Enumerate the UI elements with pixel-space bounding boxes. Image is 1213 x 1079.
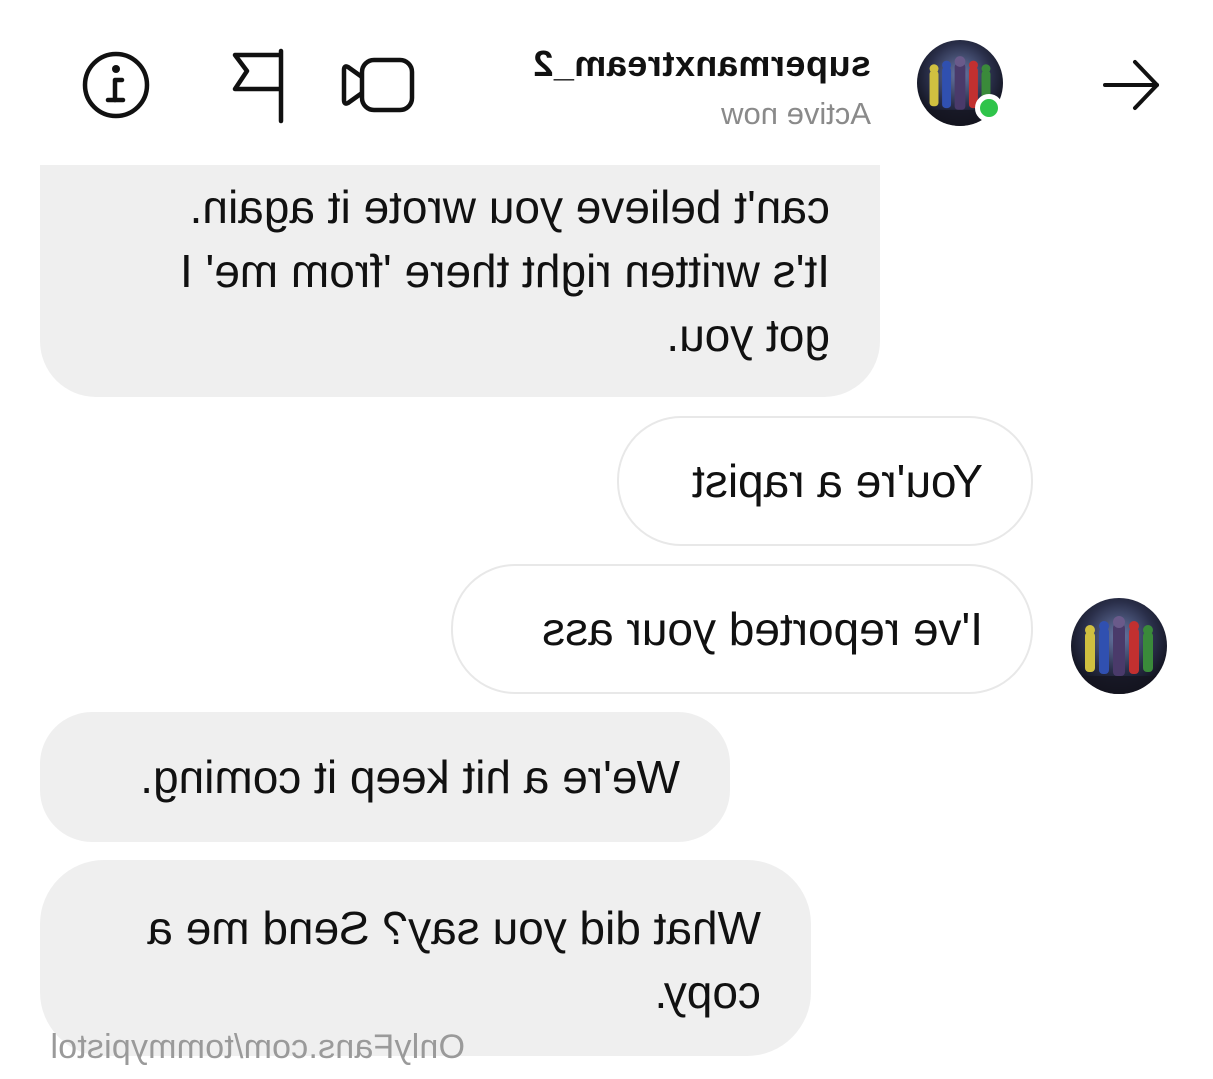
info-button[interactable] <box>71 40 161 130</box>
avatar-image <box>1071 598 1167 694</box>
conversation-title[interactable]: supermanxtream_2 Active now <box>471 42 871 134</box>
flag-button[interactable] <box>213 40 303 130</box>
chat-header: supermanxtream_2 Active now <box>0 0 1213 165</box>
watermark-text: OnlyFans.com/tommypistol <box>50 1028 465 1066</box>
arrow-left-icon <box>1103 60 1159 110</box>
online-status-dot <box>975 94 1003 122</box>
video-call-icon <box>341 57 415 113</box>
presence-status: Active now <box>721 96 871 131</box>
profile-avatar[interactable] <box>917 40 1003 126</box>
flag-icon <box>232 48 284 124</box>
back-button[interactable] <box>1099 52 1165 118</box>
info-icon <box>82 51 150 119</box>
message-line: got you. <box>666 309 830 361</box>
message-bubble-incoming[interactable]: What did you say? Send me a copy. <box>40 860 811 1056</box>
message-bubble-outgoing[interactable]: I've reported your ass <box>451 564 1033 694</box>
video-call-button[interactable] <box>333 40 423 130</box>
message-bubble-outgoing[interactable]: You're a rapist <box>617 416 1033 546</box>
username: supermanxtream_2 <box>532 43 871 84</box>
message-line: copy. <box>654 966 761 1018</box>
message-text: You're a rapist <box>692 455 983 507</box>
message-line: What did you say? Send me a <box>147 902 761 954</box>
sender-avatar[interactable] <box>1071 598 1167 694</box>
message-bubble-incoming[interactable]: We're a hit keep it coming. <box>40 712 730 842</box>
chat-screen: can't believe you wrote it again. It's w… <box>0 0 1213 1079</box>
message-text: We're a hit keep it coming. <box>140 751 680 803</box>
message-line: can't believe you wrote it again. <box>189 181 830 233</box>
message-text: I've reported your ass <box>542 603 983 655</box>
message-line: It's written right there 'from me' I <box>179 245 830 297</box>
